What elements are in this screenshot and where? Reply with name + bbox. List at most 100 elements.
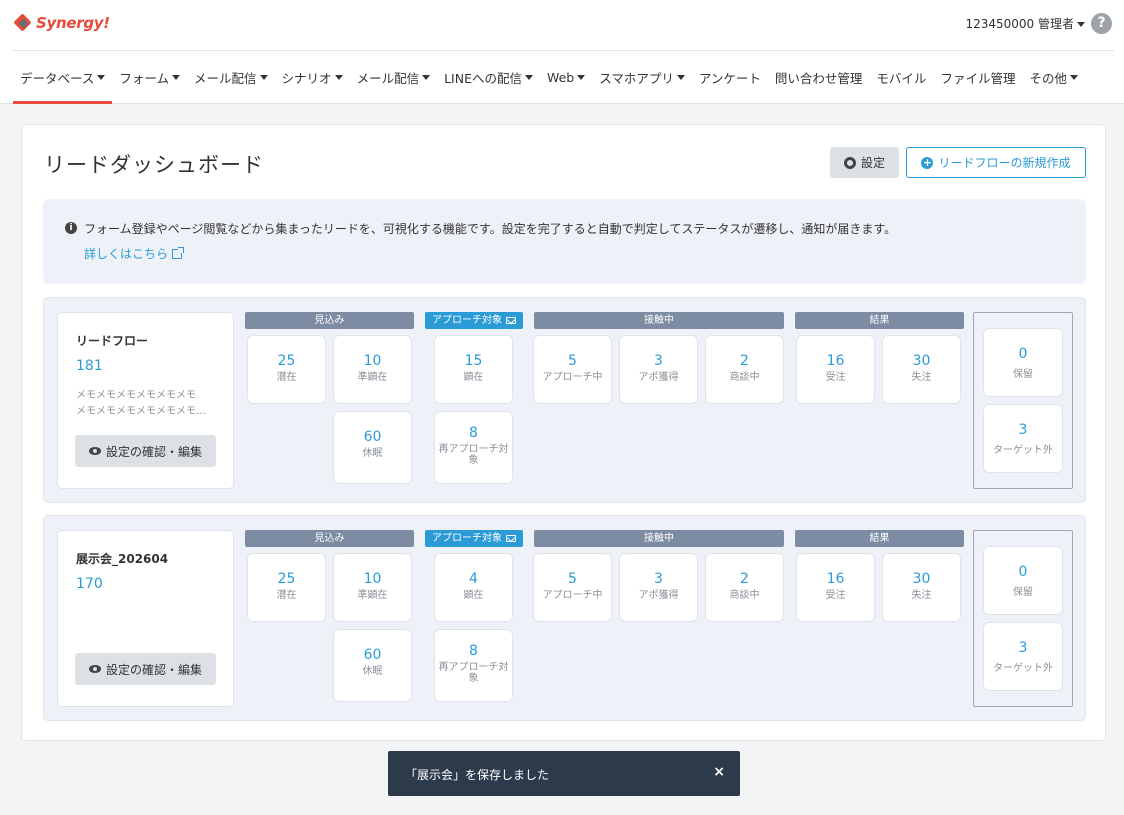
status-label: ターゲット外 [993, 445, 1053, 456]
status-cell-latent[interactable]: 25 潜在 [247, 553, 326, 622]
status-count: 8 [469, 425, 478, 441]
nav-item-form[interactable]: フォーム [112, 51, 187, 103]
status-cell-on-hold[interactable]: 0 保留 [983, 546, 1063, 615]
new-lead-flow-button[interactable]: + リードフローの新規作成 [906, 147, 1086, 178]
nav-item-inquiry[interactable]: 問い合わせ管理 [768, 51, 870, 103]
status-count: 16 [826, 571, 845, 587]
status-label: 潜在 [276, 372, 297, 383]
flow-memo-line: メモメモメモメモメモメモ… [76, 406, 206, 417]
status-count: 10 [363, 571, 382, 587]
status-cell-reapproach[interactable]: 8 再アプローチ対象 [434, 411, 513, 484]
status-count: 5 [568, 353, 577, 369]
caret-down-icon [1077, 21, 1085, 27]
logo-text: Synergy! [36, 14, 110, 32]
nav-item-other[interactable]: その他 [1022, 51, 1085, 103]
nav-item-mobile[interactable]: モバイル [869, 51, 933, 103]
flow-memo: メモメモメモメモメモメモ メモメモメモメモメモメモ… [76, 388, 216, 420]
nav-label: Web [546, 69, 575, 85]
status-cell-manifest[interactable]: 15 顕在 [434, 335, 513, 404]
caret-down-icon [334, 74, 343, 80]
learn-more-link[interactable]: 詳しくはこちら [84, 245, 185, 262]
status-cell-non-target[interactable]: 3 ターゲット外 [983, 404, 1063, 473]
stage-label: アプローチ対象 [432, 315, 502, 326]
status-cell-lost[interactable]: 30 失注 [882, 335, 961, 404]
status-cell-appointment[interactable]: 3 アポ獲得 [619, 335, 698, 404]
stage-header-prospect: 見込み [245, 530, 414, 547]
nav-item-scenario[interactable]: シナリオ [275, 51, 350, 103]
status-label: 再アプローチ対象 [438, 662, 509, 684]
status-label: 保留 [1013, 587, 1033, 598]
nav-label: フォーム [119, 70, 170, 86]
info-icon: i [65, 222, 77, 234]
status-cell-latent[interactable]: 25 潜在 [247, 335, 326, 404]
status-count: 0 [1018, 564, 1028, 580]
nav-item-app[interactable]: スマホアプリ [592, 51, 692, 103]
stage-header-contact: 接触中 [534, 530, 784, 547]
stage-header-contact: 接触中 [534, 312, 784, 329]
gear-icon [843, 156, 856, 169]
status-cell-on-hold[interactable]: 0 保留 [983, 328, 1063, 397]
status-cell-non-target[interactable]: 3 ターゲット外 [983, 622, 1063, 691]
close-icon[interactable]: × [713, 764, 725, 780]
status-cell-won[interactable]: 16 受注 [796, 335, 875, 404]
stage-label: アプローチ対象 [432, 533, 502, 544]
settings-button[interactable]: 設定 [830, 147, 899, 178]
nav-label: LINEへの配信 [444, 70, 522, 86]
nav-label: データベース [20, 70, 95, 86]
nav-label: スマホアプリ [599, 70, 674, 86]
status-cell-negotiating[interactable]: 2 商談中 [705, 335, 784, 404]
status-cell-approaching[interactable]: 5 アプローチ中 [533, 335, 612, 404]
status-label: 失注 [911, 372, 932, 383]
status-count: 4 [469, 571, 478, 587]
flow-name: リードフロー [76, 334, 149, 348]
external-link-icon [172, 246, 185, 259]
page-title: リードダッシュボード [44, 153, 264, 177]
status-cell-semi-manifest[interactable]: 10 準顕在 [333, 553, 412, 622]
nav-item-mail[interactable]: メール配信 [187, 51, 275, 103]
status-cell-won[interactable]: 16 受注 [796, 553, 875, 622]
caret-down-icon [172, 74, 181, 80]
status-label: アポ獲得 [638, 590, 679, 601]
nav-item-web[interactable]: Web [540, 51, 592, 103]
status-label: 顕在 [463, 590, 484, 601]
caret-down-icon [1069, 74, 1078, 80]
status-count: 3 [654, 353, 663, 369]
nav-item-line[interactable]: LINEへの配信 [437, 51, 540, 103]
flow-memo-line: メモメモメモメモメモメモ [76, 390, 196, 401]
status-cell-dormant[interactable]: 60 休眠 [333, 411, 412, 484]
status-cell-appointment[interactable]: 3 アポ獲得 [619, 553, 698, 622]
side-status-group: 0 保留 3 ターゲット外 [973, 530, 1073, 707]
status-label: 顕在 [463, 372, 484, 383]
nav-item-database[interactable]: データベース [13, 51, 113, 104]
account-menu[interactable]: 123450000 管理者 [965, 15, 1085, 32]
lead-flow-panel: 展示会_202604 170 設定の確認・編集 見込み アプローチ対象 接触中 … [43, 515, 1086, 721]
status-count: 2 [740, 353, 749, 369]
status-label: 受注 [825, 590, 846, 601]
nav-item-files[interactable]: ファイル管理 [933, 51, 1022, 103]
status-cell-manifest[interactable]: 4 顕在 [434, 553, 513, 622]
stage-header-prospect: 見込み [245, 312, 414, 329]
dashboard-card: リードダッシュボード 設定 + リードフローの新規作成 i フォーム登録やページ… [21, 124, 1106, 741]
status-cell-semi-manifest[interactable]: 10 準顕在 [333, 335, 412, 404]
status-label: 休眠 [362, 666, 383, 677]
status-cell-dormant[interactable]: 60 休眠 [333, 629, 412, 702]
nav-item-mail-2[interactable]: メール配信 [350, 51, 438, 103]
status-label: 失注 [911, 590, 932, 601]
status-cell-negotiating[interactable]: 2 商談中 [705, 553, 784, 622]
status-count: 30 [912, 571, 931, 587]
toast-message: 「展示会」を保存しました [405, 768, 550, 782]
learn-more-label: 詳しくはこちら [84, 247, 169, 261]
flow-total-count: 181 [76, 358, 103, 374]
status-cell-approaching[interactable]: 5 アプローチ中 [533, 553, 612, 622]
status-cell-lost[interactable]: 30 失注 [882, 553, 961, 622]
status-label: 潜在 [276, 590, 297, 601]
help-icon[interactable]: ? [1091, 12, 1112, 34]
logo-mark-icon [14, 14, 32, 32]
edit-settings-button[interactable]: 設定の確認・編集 [75, 653, 216, 685]
edit-settings-button[interactable]: 設定の確認・編集 [75, 435, 216, 467]
nav-item-survey[interactable]: アンケート [692, 51, 768, 103]
status-cell-reapproach[interactable]: 8 再アプローチ対象 [434, 629, 513, 702]
status-label: 保留 [1013, 369, 1033, 380]
caret-down-icon [676, 74, 685, 80]
synergy-logo[interactable]: Synergy! [14, 12, 110, 34]
